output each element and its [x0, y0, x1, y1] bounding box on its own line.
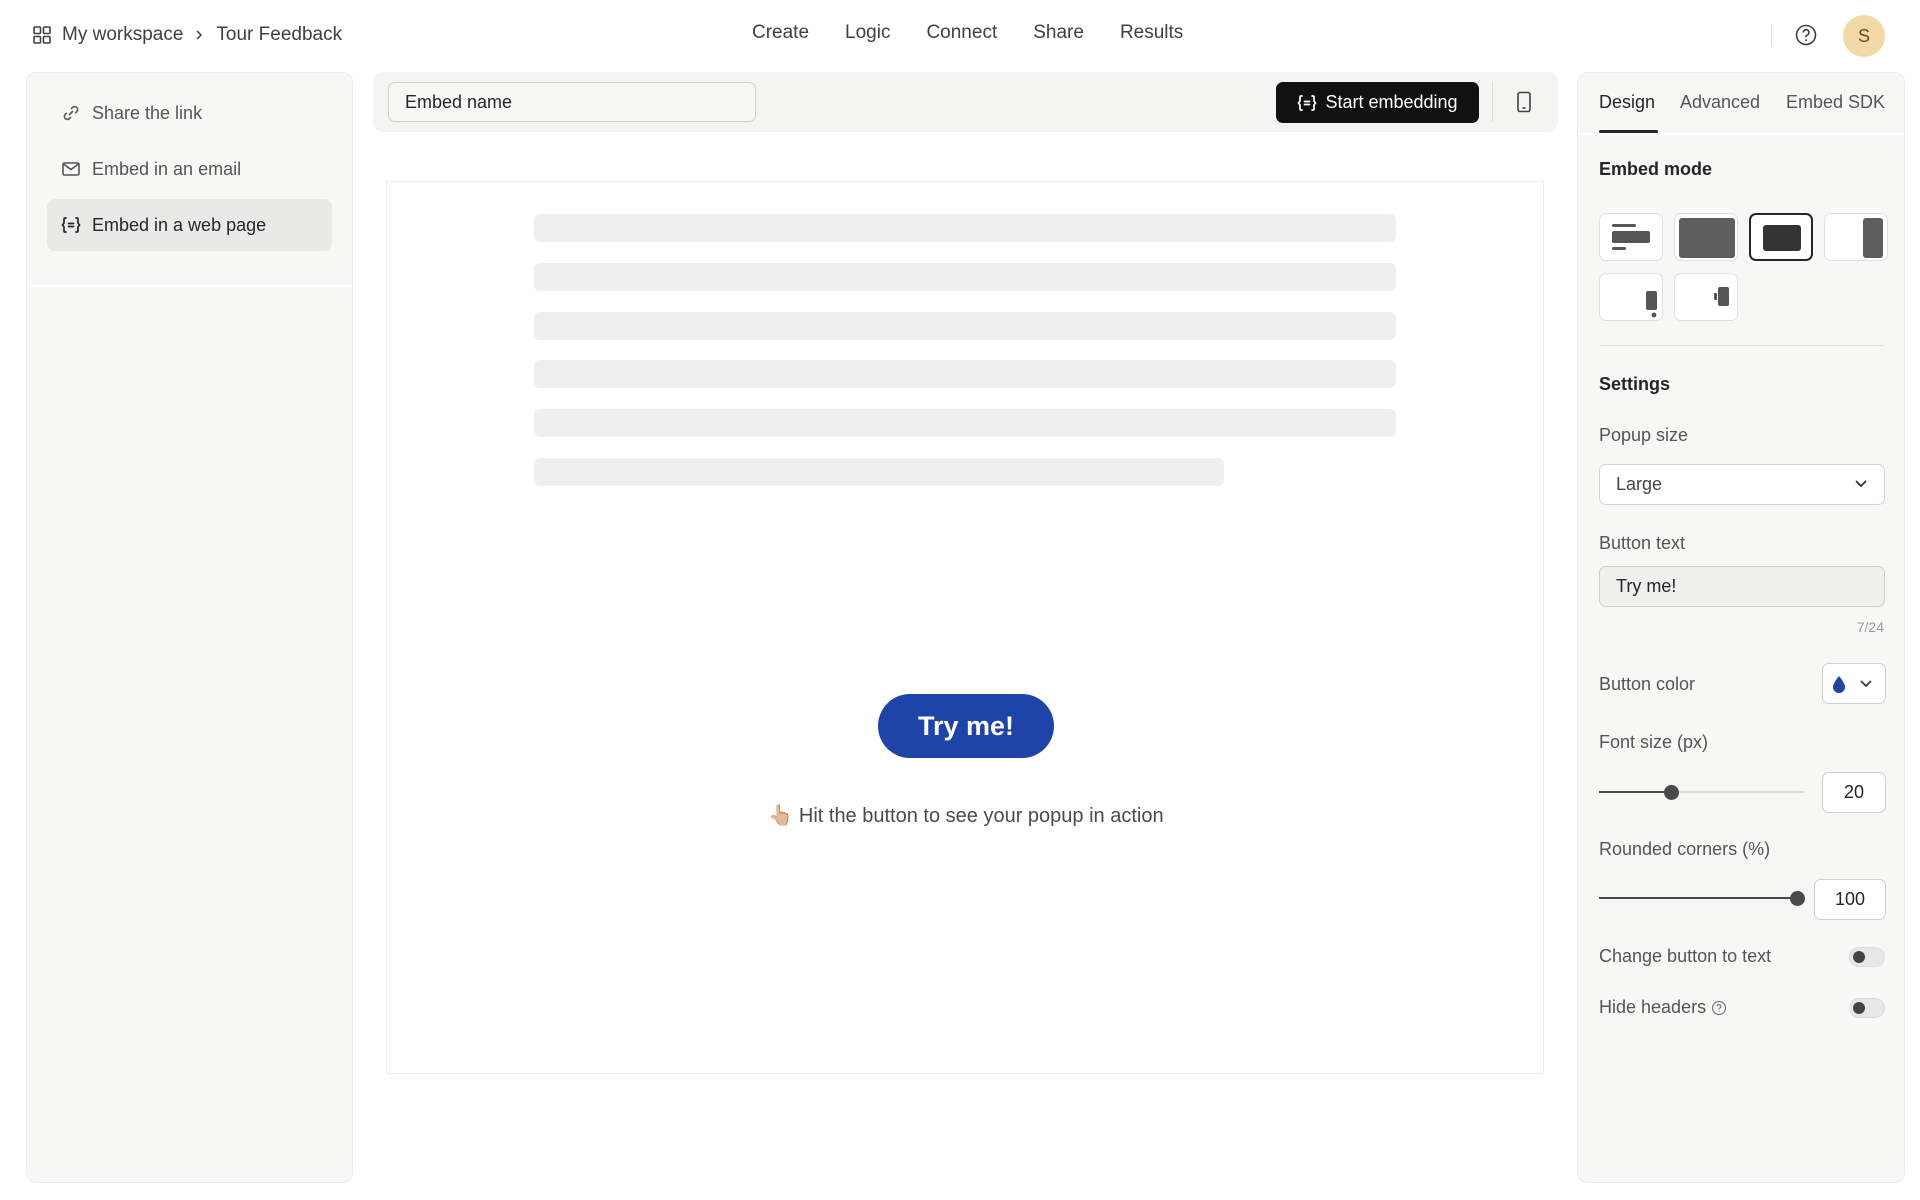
main-nav: Create Logic Connect Share Results — [752, 22, 1219, 48]
toggle-knob — [1853, 951, 1865, 963]
placeholder-line — [534, 409, 1396, 437]
embed-preview: Try me! 👆🏼 Hit the button to see your po… — [386, 181, 1544, 1074]
embed-mode-full-page[interactable] — [1674, 213, 1738, 261]
popup-size-label: Popup size — [1599, 425, 1689, 445]
embed-code-icon — [1297, 94, 1318, 111]
divider — [1771, 24, 1772, 46]
embed-email-label: Embed in an email — [92, 158, 242, 179]
mail-icon — [62, 162, 80, 176]
design-panel: Design Advanced Embed SDK Embed mode Set… — [1577, 72, 1905, 1183]
info-icon[interactable] — [1711, 1000, 1727, 1016]
full-page-mode-icon — [1679, 218, 1735, 258]
panel-tabs: Design Advanced Embed SDK — [1578, 73, 1904, 135]
placeholder-line — [534, 458, 1224, 486]
tab-design[interactable]: Design — [1599, 92, 1655, 113]
embed-webpage-label: Embed in a web page — [92, 214, 267, 235]
slider-fill — [1599, 897, 1797, 899]
divider — [1492, 82, 1493, 122]
placeholder-line — [534, 214, 1396, 242]
breadcrumb-form[interactable]: Tour Feedback — [216, 24, 342, 46]
button-text-label: Button text — [1599, 533, 1686, 553]
top-bar: My workspace Tour Feedback Create Logic … — [0, 0, 1920, 70]
device-preview-toggle[interactable] — [1507, 85, 1541, 119]
embed-code-icon — [61, 217, 81, 233]
rounded-corners-slider[interactable] — [1599, 888, 1805, 908]
button-text-input[interactable] — [1599, 566, 1885, 607]
embed-email-item[interactable]: Embed in an email — [47, 143, 332, 195]
preview-hint: 👆🏼 Hit the button to see your popup in a… — [768, 805, 1164, 827]
try-me-button[interactable]: Try me! — [878, 694, 1054, 758]
hide-headers-label: Hide headers — [1599, 997, 1707, 1017]
hide-headers-toggle[interactable] — [1849, 998, 1885, 1018]
color-drop-icon — [1833, 676, 1872, 693]
slider-mode-icon — [1863, 218, 1883, 258]
standard-mode-icon — [1612, 224, 1650, 250]
nav-logic[interactable]: Logic — [845, 22, 890, 48]
breadcrumb-workspace[interactable]: My workspace — [62, 24, 183, 46]
breadcrumb: My workspace Tour Feedback — [32, 22, 342, 48]
rounded-corners-label: Rounded corners (%) — [1599, 839, 1771, 859]
embed-webpage-item[interactable]: Embed in a web page — [47, 199, 332, 251]
placeholder-line — [534, 360, 1396, 388]
embed-mode-side-tab[interactable] — [1674, 273, 1738, 321]
placeholder-line — [534, 263, 1396, 291]
embed-name-input[interactable] — [388, 82, 756, 122]
start-embedding-button[interactable]: Start embedding — [1276, 82, 1479, 123]
popup-mode-icon — [1763, 225, 1801, 251]
nav-create[interactable]: Create — [752, 22, 809, 48]
character-counter: 7/24 — [1856, 619, 1884, 635]
settings-heading: Settings — [1599, 374, 1671, 394]
tab-advanced[interactable]: Advanced — [1680, 92, 1760, 113]
button-color-label: Button color — [1599, 674, 1696, 694]
chevron-down-icon — [1855, 480, 1867, 488]
embed-toolbar: Start embedding — [373, 72, 1558, 132]
embed-mode-heading: Embed mode — [1599, 159, 1713, 179]
slider-thumb[interactable] — [1790, 891, 1805, 906]
share-link-item[interactable]: Share the link — [47, 87, 332, 139]
placeholder-line — [534, 312, 1396, 340]
avatar[interactable]: S — [1843, 15, 1885, 57]
embed-mode-slider[interactable] — [1824, 213, 1888, 261]
share-options-panel: Share the link Embed in an email Embed i… — [26, 72, 353, 1183]
embed-mode-popup[interactable] — [1749, 213, 1813, 261]
slider-thumb[interactable] — [1664, 785, 1679, 800]
link-icon — [63, 105, 79, 121]
toggle-knob — [1853, 1002, 1865, 1014]
button-color-picker[interactable] — [1822, 663, 1886, 704]
nav-share[interactable]: Share — [1033, 22, 1084, 48]
mobile-device-icon — [1517, 91, 1531, 113]
nav-connect[interactable]: Connect — [926, 22, 997, 48]
share-link-label: Share the link — [92, 102, 203, 123]
slider-fill — [1599, 791, 1671, 793]
font-size-slider[interactable] — [1599, 782, 1804, 802]
embed-mode-standard[interactable] — [1599, 213, 1663, 261]
popover-mode-icon — [1646, 291, 1657, 318]
tab-embed-sdk[interactable]: Embed SDK — [1786, 92, 1885, 113]
help-icon[interactable] — [1794, 23, 1818, 47]
share-options-menu: Share the link Embed in an email Embed i… — [27, 73, 352, 287]
chevron-right-icon — [196, 30, 203, 40]
workspace-grid-icon[interactable] — [32, 25, 52, 45]
change-button-label: Change button to text — [1599, 946, 1772, 966]
active-tab-indicator — [1599, 130, 1658, 133]
popup-size-select[interactable]: Large — [1599, 464, 1885, 505]
popup-size-value: Large — [1616, 474, 1663, 494]
nav-results[interactable]: Results — [1120, 22, 1183, 48]
font-size-input[interactable] — [1822, 772, 1886, 813]
change-button-toggle[interactable] — [1849, 947, 1885, 967]
rounded-corners-input[interactable] — [1814, 879, 1886, 920]
font-size-label: Font size (px) — [1599, 732, 1709, 752]
start-embedding-label: Start embedding — [1325, 92, 1458, 112]
divider — [1599, 345, 1884, 346]
side-tab-mode-icon — [1714, 287, 1729, 306]
hide-headers-row: Hide headers — [1599, 997, 1727, 1018]
embed-mode-popover[interactable] — [1599, 273, 1663, 321]
